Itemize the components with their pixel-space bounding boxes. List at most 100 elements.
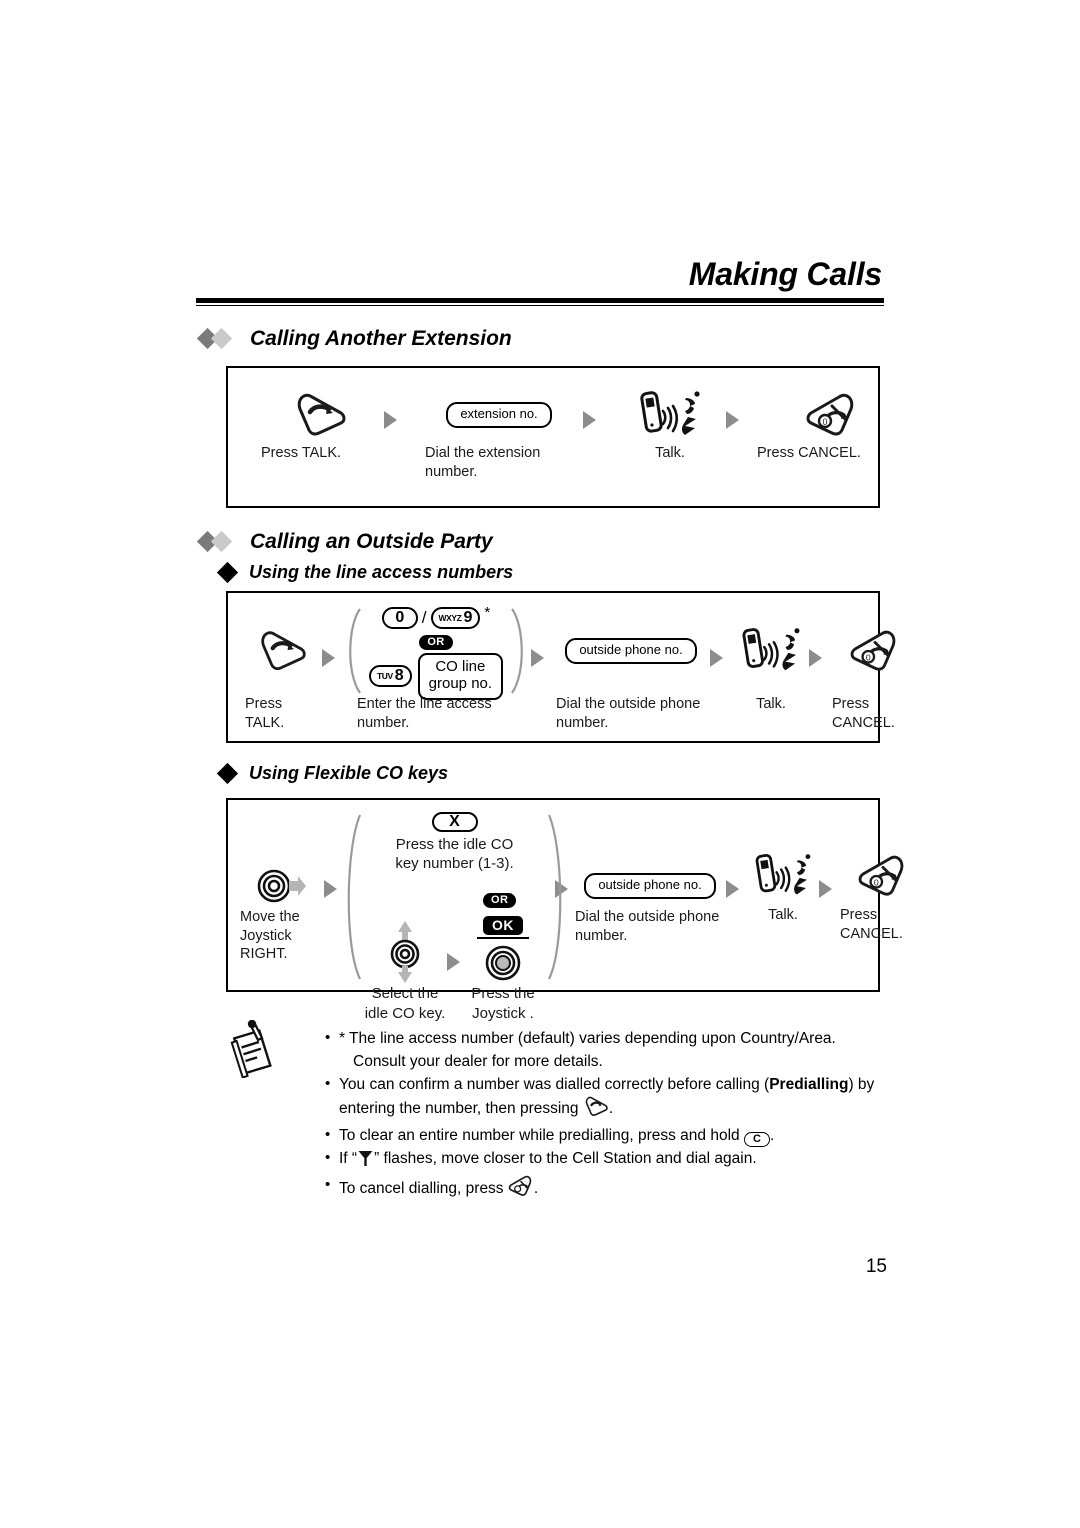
asterisk-footnote-marker: * (484, 604, 491, 621)
talking-handset-icon (638, 386, 702, 444)
svg-text:0: 0 (866, 653, 871, 663)
memo-pencil-icon (228, 1019, 276, 1083)
cancel-key-icon[interactable]: 0 (850, 607, 900, 695)
step-caption: Talk. (768, 907, 798, 923)
talking-handset-icon (753, 846, 813, 906)
note-item: If “” flashes, move closer to the Cell S… (325, 1147, 925, 1174)
note-item: * The line access number (default) varie… (325, 1027, 925, 1050)
diamond-icon (216, 561, 239, 584)
step-move-joystick-right: Move the Joystick RIGHT. (240, 812, 324, 964)
key-9[interactable]: WXYZ 9 (430, 607, 481, 629)
step-dial-outside-number: outside phone no. Dial the outside phone… (574, 812, 726, 945)
diagram-calling-another-extension: Press TALK. extension no. Dial the exten… (226, 366, 880, 508)
key-0[interactable]: 0 (381, 607, 418, 629)
step-caption: Dial the outside phone number. (556, 696, 701, 731)
manual-page: Making Calls Calling Another Extension P… (0, 0, 1080, 1528)
diagram-using-flexible-co-keys: Move the Joystick RIGHT. X Press the idl… (226, 798, 904, 1022)
press-idle-co-line1: Press the idle CO (395, 836, 514, 853)
talk-key-icon[interactable] (292, 386, 348, 444)
key-8[interactable]: TUV 8 (368, 665, 412, 688)
flow-arrow-icon (447, 952, 460, 971)
step-caption: Talk. (756, 696, 786, 712)
svg-text:0: 0 (874, 878, 879, 888)
note-item: To clear an entire number while prediall… (325, 1124, 925, 1148)
group-brace-right-icon (546, 812, 568, 982)
flow-arrow-icon (531, 649, 544, 667)
talking-handset-icon (740, 607, 802, 695)
svg-text:0: 0 (822, 417, 827, 427)
ok-badge: OK (483, 916, 523, 936)
cancel-key-icon[interactable]: 0 (806, 386, 858, 444)
page-title: Making Calls (688, 256, 882, 292)
step-caption: Select the idle CO key. (364, 985, 446, 1022)
step-caption: Dial the outside phone number. (575, 909, 720, 944)
step-press-cancel: 0 Press CANCEL. (840, 812, 926, 943)
section-heading-label: Calling Another Extension (250, 327, 512, 350)
cancel-key-icon (508, 1175, 534, 1204)
or-badge: OR (419, 635, 453, 650)
flow-arrow-icon (710, 649, 723, 667)
group-brace-left-icon (341, 812, 363, 982)
group-brace-left-icon (341, 607, 363, 695)
co-line-group-no-box[interactable]: CO line group no. (417, 653, 504, 700)
flow-arrow-icon (819, 880, 832, 898)
step-select-idle-co-key: X Press the idle CO key number (1-3). Se… (341, 812, 562, 1022)
subsection-heading-label: Using the line access numbers (249, 562, 514, 582)
subsection-heading-using-flexible-co-keys: Using Flexible CO keys (216, 762, 449, 785)
step-press-cancel: 0 Press CANCEL. (832, 607, 918, 732)
talk-key-icon[interactable] (256, 607, 308, 695)
step-dial-outside-number: outside phone no. Dial the outside phone… (552, 607, 710, 732)
step-caption: Press TALK. (245, 696, 285, 731)
step-caption: Press TALK. (261, 445, 342, 461)
section-heading-calling-another-extension: Calling Another Extension (196, 327, 512, 351)
notes-list: * The line access number (default) varie… (285, 1027, 925, 1205)
flow-arrow-icon (583, 411, 596, 429)
step-talk: Talk. (747, 812, 819, 925)
subsection-heading-label: Using Flexible CO keys (249, 763, 449, 783)
flow-arrow-icon (324, 880, 337, 898)
antenna-icon (357, 1148, 374, 1174)
step-talk: Talk. (733, 607, 809, 714)
flow-arrow-icon (809, 649, 822, 667)
clear-key-icon: C (743, 1132, 770, 1148)
step-press-cancel: 0 Press CANCEL. (757, 386, 907, 463)
page-header: Making Calls (196, 256, 884, 306)
note-item-continued: Consult your dealer for more details. (353, 1053, 603, 1070)
section-heading-label: Calling an Outside Party (250, 530, 493, 553)
slash-separator: / (421, 608, 427, 627)
key-x[interactable]: X (431, 812, 478, 832)
title-divider (196, 297, 884, 306)
ok-underline (477, 937, 529, 940)
joystick-right-icon[interactable] (256, 864, 308, 908)
note-item: You can confirm a number was dialled cor… (325, 1073, 925, 1124)
talk-key-icon (583, 1096, 609, 1124)
section-heading-calling-an-outside-party: Calling an Outside Party (196, 530, 493, 554)
step-dial-extension: extension no. Dial the extension number. (415, 386, 583, 481)
step-caption: Press CANCEL. (832, 696, 895, 731)
subsection-heading-using-line-access-numbers: Using the line access numbers (216, 561, 514, 584)
step-caption: Dial the extension number. (425, 445, 541, 480)
diagram-using-line-access-numbers: Press TALK. 0 / WXYZ 9 * OR TUV 8 CO lin… (226, 591, 896, 743)
outside-phone-no-pill[interactable]: outside phone no. (565, 638, 697, 664)
cancel-key-icon[interactable]: 0 (858, 846, 908, 906)
flow-arrow-icon (322, 649, 335, 667)
step-press-talk: Press TALK. (256, 386, 384, 463)
step-caption: Press CANCEL. (840, 907, 903, 942)
step-caption: Move the Joystick RIGHT. (240, 909, 300, 963)
step-talk: Talk. (614, 386, 726, 463)
step-enter-line-access-number: 0 / WXYZ 9 * OR TUV 8 CO line group no. … (341, 604, 531, 732)
outside-phone-no-pill[interactable]: outside phone no. (584, 873, 716, 899)
flow-arrow-icon (726, 880, 739, 898)
or-badge: OR (483, 893, 517, 908)
double-diamond-icon (196, 327, 240, 350)
step-caption: Talk. (655, 445, 685, 461)
step-caption: Press the Joystick . (471, 985, 535, 1022)
flow-arrow-icon (384, 411, 397, 429)
group-brace-right-icon (509, 607, 531, 695)
extension-no-pill[interactable]: extension no. (446, 402, 552, 428)
press-idle-co-line2: key number (1-3). (395, 855, 514, 873)
diamond-icon (216, 762, 239, 785)
step-press-talk: Press TALK. (242, 607, 322, 732)
double-diamond-icon (196, 530, 240, 553)
step-caption: Enter the line access number. (357, 696, 492, 731)
